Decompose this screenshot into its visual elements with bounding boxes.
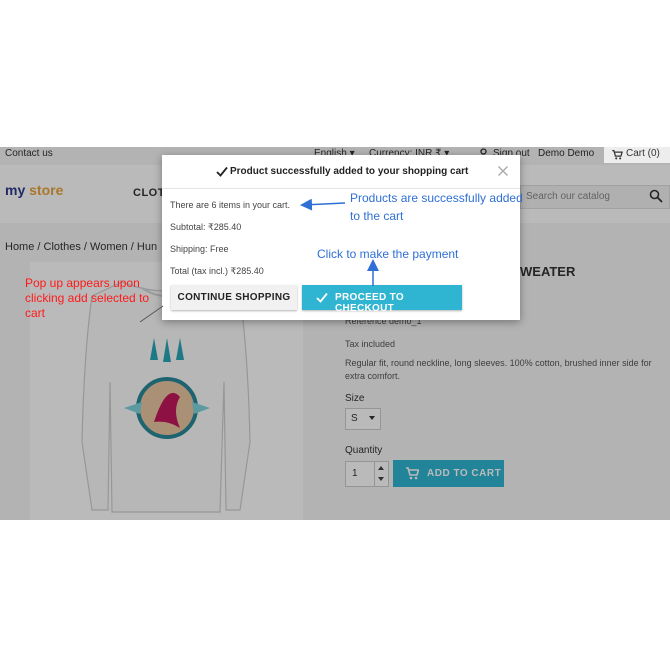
annotation-popup-line1: Pop up appears upon bbox=[25, 276, 140, 290]
annotation-arrows bbox=[139, 198, 379, 323]
annotation-payment: Click to make the payment bbox=[317, 247, 459, 261]
annotation-arrow-added bbox=[300, 198, 346, 211]
annotation-popup: Pop up appears upon clicking add selecte… bbox=[25, 276, 149, 321]
annotation-added-line1: Products are successfully added bbox=[350, 191, 523, 205]
annotation-added-line2: to the cart bbox=[350, 209, 404, 223]
annotation-popup-line2: clicking add selected to bbox=[25, 291, 150, 305]
annotation-popup-line3: cart bbox=[25, 306, 46, 320]
annotation-added: Products are successfully added to the c… bbox=[350, 191, 523, 223]
